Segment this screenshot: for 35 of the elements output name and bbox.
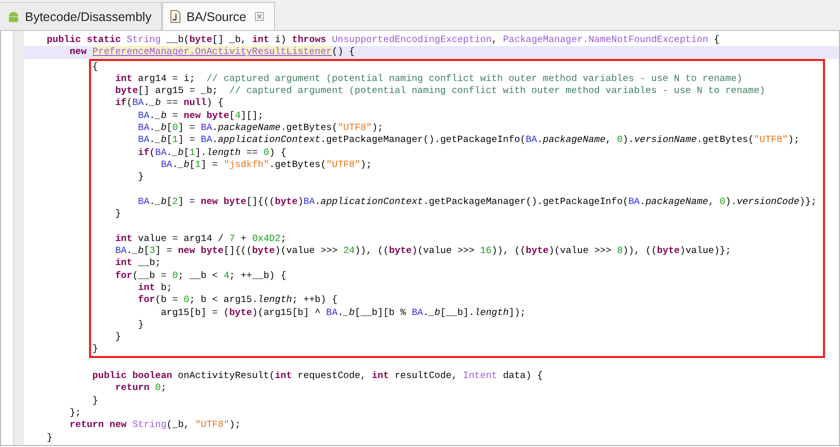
code-line: }	[114, 331, 122, 344]
code-line: BA._b[0] = BA.packageName.getBytes("UTF8");	[137, 122, 384, 134]
code-line: int __b;	[114, 257, 162, 270]
code-line: }	[137, 318, 145, 332]
tab-label: BA/Source	[186, 10, 246, 24]
code-line: };	[68, 406, 82, 420]
code-line: byte[] arg15 = _b; // captured argument (potential naming conflict with outer method variables - use N to rename)	[114, 85, 766, 98]
code-line: BA._b[1] = BA.applicationContext.getPackageManager().getPackageInfo(BA.packageName, 0).versionName.getBytes("UTF8");	[137, 134, 800, 147]
code-line: if(BA._b[1].length == 0) {	[137, 146, 288, 159]
code-line: int value = arg14 / 7 + 0x4D2;	[114, 232, 288, 246]
code-line: BA._b[2] = new byte[]{((byte)BA.applicationContext.getPackageManager().getPackageInfo(BA.packageName, 0).versionCode)};	[137, 196, 818, 208]
code-line: for(__b = 0; __b < 4; ++__b) {	[114, 270, 288, 282]
code-line: }	[46, 432, 54, 444]
tab-label: Bytecode/Disassembly	[25, 10, 152, 24]
code-line: }	[91, 343, 100, 356]
code-line: int b;	[137, 282, 174, 294]
code-line: int arg14 = i; // captured argument (potential naming conflict with outer method variables - use N to rename)	[114, 72, 744, 86]
code-line: BA._b[3] = new byte[]{((byte)(value >>> 24)), ((byte)(value >>> 16)), ((byte)(value >>> 8)), ((byte)value)};	[114, 245, 732, 258]
code-line: arg15[b] = (byte)(arg15[b] ^ BA._b[__b][b % BA._b[__b].length]);	[160, 306, 527, 319]
code-line: if(BA._b == null) {	[114, 97, 225, 110]
editor-tab[interactable]: Bytecode/Disassembly	[0, 2, 162, 30]
code-line: BA._b = new byte[4][];	[137, 110, 264, 122]
code-line: return new String(_b, "UTF8");	[68, 419, 242, 432]
code-line: }	[91, 394, 100, 407]
code-line: for(b = 0; b < arg15.length; ++b) {	[137, 294, 339, 307]
code-line: return 0;	[114, 382, 168, 395]
code-line: public static String __b(byte[] _b, int i) throws UnsupportedEncodingException, PackageManager.NameNotFoundException {	[46, 34, 721, 46]
java-file-icon	[170, 10, 182, 23]
editor-tab[interactable]: BA/Source	[162, 2, 276, 30]
code-line: public boolean onActivityResult(int requestCode, int resultCode, Intent data) {	[91, 370, 544, 382]
code-line: BA._b[1] = "jsdkfh".getBytes("UTF8");	[160, 158, 373, 172]
close-icon[interactable]	[255, 12, 264, 21]
code-line: {	[91, 60, 100, 73]
code-line: }	[137, 171, 145, 184]
code-line: }	[114, 208, 122, 220]
